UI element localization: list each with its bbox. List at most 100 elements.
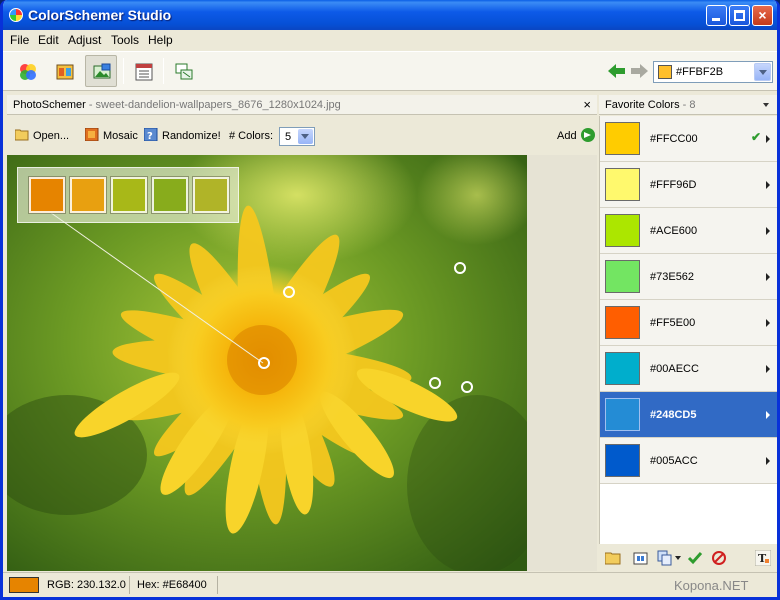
current-color-select[interactable]: #FFBF2B <box>653 61 773 83</box>
favorites-count: 8 <box>689 99 696 111</box>
extracted-swatch-1[interactable] <box>28 176 66 214</box>
chevron-right-icon[interactable] <box>766 319 770 327</box>
open-button[interactable]: Open... <box>15 127 69 145</box>
status-divider <box>217 576 218 594</box>
favorite-item[interactable]: #FFCC00 ✔ <box>600 116 777 162</box>
menu-adjust[interactable]: Adjust <box>68 33 101 47</box>
photo-background-area <box>527 155 597 571</box>
chevron-down-icon[interactable] <box>675 556 681 560</box>
favorites-list: #FFCC00 ✔ #FFF96D #ACE600 #73E562 #FF5E0… <box>599 116 777 544</box>
mosaic-icon <box>85 128 99 141</box>
file-name: sweet-dandelion-wallpapers_8676_1280x102… <box>95 99 341 111</box>
current-color-swatch <box>658 65 672 79</box>
favorite-item[interactable]: #ACE600 <box>600 208 777 254</box>
favorite-hex: #FFF96D <box>650 179 697 191</box>
chevron-right-icon[interactable] <box>766 273 770 281</box>
favorite-item[interactable]: #FF5E00 <box>600 300 777 346</box>
favorites-title: Favorite Colors <box>605 99 680 111</box>
close-document-button[interactable]: × <box>583 97 591 112</box>
extracted-swatch-5[interactable] <box>192 176 230 214</box>
extracted-swatch-2[interactable] <box>69 176 107 214</box>
menu-bar: File Edit Adjust Tools Help <box>3 30 777 49</box>
add-button[interactable]: Add <box>557 127 595 145</box>
randomize-button[interactable]: ? Randomize! <box>144 127 221 145</box>
menu-tools[interactable]: Tools <box>111 33 139 47</box>
svg-text:?: ? <box>147 131 153 141</box>
app-window: ColorSchemer Studio × File Edit Adjust T… <box>0 0 780 600</box>
status-divider <box>129 576 130 594</box>
chevron-right-icon[interactable] <box>766 365 770 373</box>
photoschemer-toolbar: Open... Mosaic ? Randomize! # Colors: 5 … <box>7 117 597 155</box>
favorite-swatch <box>605 214 640 247</box>
import-icon[interactable] <box>633 550 649 566</box>
copy-icon[interactable] <box>657 550 673 566</box>
num-colors-select[interactable]: 5 <box>279 127 315 146</box>
num-colors-dropdown-button[interactable] <box>298 129 313 144</box>
minimize-button[interactable] <box>706 5 727 26</box>
current-color-dropdown-button[interactable] <box>754 63 771 81</box>
gallery-button[interactable] <box>127 55 159 87</box>
favorites-toolbar: T <box>599 544 777 572</box>
favorites-title-group: Favorite Colors - 8 <box>605 99 695 111</box>
maximize-icon <box>734 10 745 21</box>
close-button[interactable]: × <box>752 5 773 26</box>
title-bar[interactable]: ColorSchemer Studio × <box>3 0 777 30</box>
quickpreview-button[interactable] <box>167 55 199 87</box>
menu-file[interactable]: File <box>10 33 29 47</box>
main-toolbar: #FFBF2B <box>3 51 777 91</box>
rgb-readout: RGB: 230.132.0 <box>47 579 126 591</box>
photo-canvas[interactable] <box>7 155 527 571</box>
status-bar: RGB: 230.132.0 Hex: #E68400 Kopona.NET <box>3 572 777 597</box>
extracted-swatch-3[interactable] <box>110 176 148 214</box>
randomize-label: Randomize! <box>162 130 221 142</box>
favorite-item[interactable]: #73E562 <box>600 254 777 300</box>
check-icon[interactable] <box>687 550 703 566</box>
favorites-header[interactable]: Favorite Colors - 8 <box>599 95 777 115</box>
close-icon: × <box>758 7 767 23</box>
extracted-swatch-bar <box>17 167 239 223</box>
mosaic-label: Mosaic <box>103 130 138 142</box>
menu-help[interactable]: Help <box>148 33 173 47</box>
extracted-swatch-4[interactable] <box>151 176 189 214</box>
scheme-button[interactable] <box>48 55 80 87</box>
favorite-item[interactable]: #005ACC <box>600 438 777 484</box>
chevron-right-icon[interactable] <box>766 181 770 189</box>
hex-readout: Hex: #E68400 <box>137 579 207 591</box>
forward-arrow-icon[interactable] <box>629 62 649 80</box>
favorite-hex: #ACE600 <box>650 225 698 237</box>
favorite-hex: #005ACC <box>650 455 698 467</box>
app-icon <box>9 8 23 22</box>
photoschemer-button[interactable] <box>85 55 117 87</box>
maximize-button[interactable] <box>729 5 750 26</box>
window-title: ColorSchemer Studio <box>28 7 172 23</box>
chevron-right-icon[interactable] <box>766 411 770 419</box>
favorite-swatch <box>605 444 640 477</box>
favorite-hex: #FFCC00 <box>650 133 698 145</box>
favorite-item[interactable]: #FFF96D <box>600 162 777 208</box>
chevron-right-icon[interactable] <box>766 227 770 235</box>
chevron-right-icon[interactable] <box>766 135 770 143</box>
scheme-icon <box>56 64 74 80</box>
favorite-swatch <box>605 306 640 339</box>
favorite-hex: #248CD5 <box>650 409 697 421</box>
menu-edit[interactable]: Edit <box>38 33 59 47</box>
favorite-hex: #73E562 <box>650 271 695 283</box>
photo-icon <box>93 63 111 79</box>
watermark: Kopona.NET <box>674 578 749 593</box>
preview-icon <box>175 63 193 80</box>
color-wheel-button[interactable] <box>11 55 43 87</box>
favorite-item[interactable]: #00AECC <box>600 346 777 392</box>
text-preview-icon[interactable]: T <box>755 550 771 566</box>
delete-icon[interactable] <box>711 550 727 566</box>
chevron-right-icon[interactable] <box>766 457 770 465</box>
open-label: Open... <box>33 130 70 142</box>
favorite-swatch <box>605 398 640 431</box>
chevron-down-icon <box>301 134 309 139</box>
randomize-icon: ? <box>144 128 158 141</box>
svg-text:T: T <box>758 552 767 565</box>
favorite-swatch <box>605 352 640 385</box>
back-arrow-icon[interactable] <box>607 62 627 80</box>
open-folder-icon[interactable] <box>605 550 621 566</box>
mosaic-button[interactable]: Mosaic <box>85 127 138 145</box>
favorite-item-selected[interactable]: #248CD5 <box>600 392 777 438</box>
